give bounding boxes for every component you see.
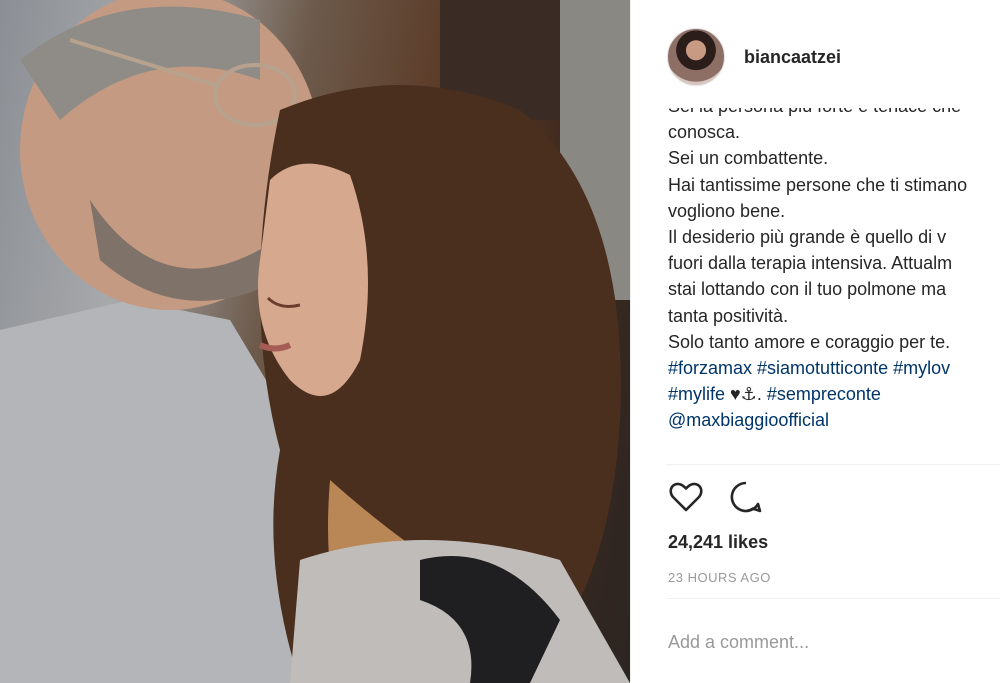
caption-line: Solo tanto amore e coraggio per te. bbox=[668, 331, 951, 352]
hashtag-mylife[interactable]: #mylife bbox=[668, 384, 725, 404]
caption-line: Sei un combattente. bbox=[668, 148, 829, 169]
mention-link[interactable]: @maxbiaggioofficial bbox=[668, 410, 829, 430]
caption-line: fuori dalla terapia intensiva. Attualm bbox=[668, 253, 953, 274]
speech-bubble-icon bbox=[730, 481, 762, 513]
hashtags-line: #forzamax #siamotutticonte #mylov bbox=[668, 355, 1000, 381]
post-photo[interactable] bbox=[0, 0, 630, 683]
caption-line: vogliono bene. bbox=[668, 200, 786, 221]
username-link[interactable]: biancaatzei bbox=[744, 47, 841, 68]
photo-illustration bbox=[0, 0, 630, 683]
caption-line: conosca. bbox=[668, 122, 741, 143]
hashtag-links[interactable]: #forzamax #siamotutticonte #mylov bbox=[668, 358, 950, 378]
caption-line: tanta positività. bbox=[668, 305, 789, 326]
post-caption: Sei la persona più forte e tenace che co… bbox=[668, 108, 1000, 464]
hashtags-line: #mylife ♥⚓. #sempreconte bbox=[668, 381, 1000, 407]
hashtag-sempreconte[interactable]: #sempreconte bbox=[767, 384, 881, 404]
post-header: biancaatzei bbox=[667, 28, 841, 86]
likes-count[interactable]: 24,241 likes bbox=[668, 532, 768, 553]
post-sidebar: biancaatzei Sei la persona più forte e t… bbox=[630, 0, 1000, 683]
comment-input[interactable] bbox=[668, 622, 988, 662]
caption-line: Sei la persona più forte e tenace che bbox=[668, 108, 1000, 119]
emoji-heart-anchor: ♥⚓. bbox=[730, 384, 762, 405]
divider bbox=[667, 464, 1000, 465]
caption-line: Il desiderio più grande è quello di v bbox=[668, 227, 947, 248]
comment-button[interactable] bbox=[727, 478, 765, 516]
heart-outline-icon bbox=[669, 482, 703, 512]
post-actions bbox=[667, 478, 787, 516]
caption-line: Hai tantissime persone che ti stimano bbox=[668, 174, 968, 195]
mention-line: @maxbiaggioofficial bbox=[668, 407, 1000, 433]
post-timestamp[interactable]: 23 HOURS AGO bbox=[668, 570, 771, 585]
divider bbox=[667, 598, 1000, 599]
like-button[interactable] bbox=[667, 478, 705, 516]
avatar[interactable] bbox=[667, 28, 725, 86]
caption-line: stai lottando con il tuo polmone ma bbox=[668, 279, 947, 300]
